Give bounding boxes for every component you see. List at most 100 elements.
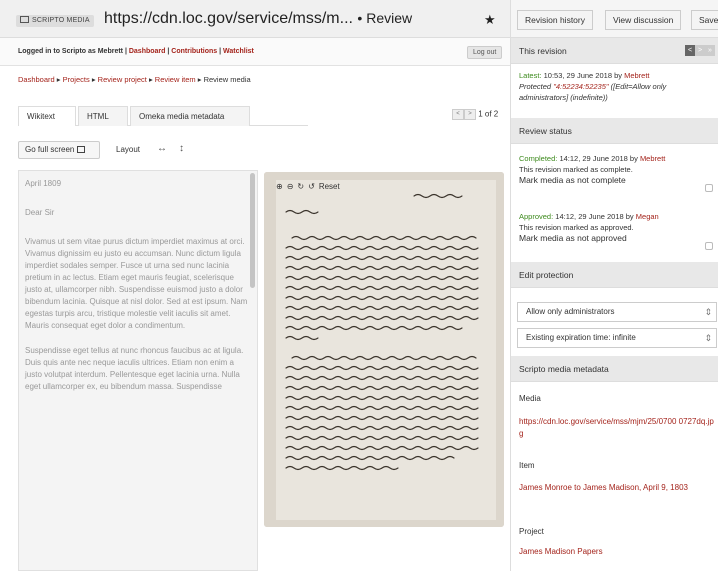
next-page-button[interactable]: > (464, 109, 476, 120)
approved-status: Approved: 14:12, 29 June 2018 by Megan T… (519, 211, 717, 244)
transcription-date: April 1809 (25, 179, 62, 188)
item-value[interactable]: James Monroe to James Madison, April 9, … (519, 483, 688, 492)
editor-scrollbar[interactable] (250, 173, 255, 288)
mark-not-complete-label: Mark media as not complete (519, 175, 626, 185)
mark-not-approved-checkbox[interactable] (705, 242, 713, 250)
reset-button[interactable]: Reset (319, 182, 340, 191)
project-label: Project (519, 527, 544, 536)
login-prefix: Logged in to Scripto as Mebrett | (18, 48, 129, 55)
next-revision-button[interactable]: > (695, 45, 705, 56)
rotate-ccw-icon[interactable]: ↺ (308, 182, 315, 191)
approved-note: This revision marked as approved. (519, 223, 634, 232)
breadcrumb-separator: ▸ (89, 75, 98, 84)
zoom-out-icon[interactable]: ⊖ (287, 182, 294, 191)
dashboard-link[interactable]: Dashboard (129, 48, 166, 55)
media-url[interactable]: https://cdn.loc.gov/service/mss/mjm/25/0… (519, 417, 714, 438)
breadcrumb-projects[interactable]: Projects (63, 75, 90, 84)
brand-label: SCRIPTO MEDIA (32, 17, 90, 24)
fullscreen-button[interactable]: Go full screen (18, 141, 100, 159)
expiration-select[interactable]: Existing expiration time: infinite ⇕ (517, 328, 717, 348)
page-title-suffix: • Review (357, 10, 413, 26)
metadata-heading: Scripto media metadata (511, 356, 718, 382)
media-label: Media (519, 394, 541, 403)
revision-info: Latest: 10:53, 29 June 2018 by Mebrett P… (519, 70, 717, 103)
save-button[interactable]: Save (691, 10, 718, 30)
latest-label: Latest: (519, 71, 542, 80)
vertical-layout-icon[interactable]: ↕ (179, 143, 184, 154)
latest-text: 10:53, 29 June 2018 by (541, 71, 625, 80)
handwriting-illustration (264, 172, 504, 527)
completed-label: Completed: (519, 154, 558, 163)
contributions-link[interactable]: Contributions (171, 48, 217, 55)
prev-page-button[interactable]: < (452, 109, 464, 120)
rotate-cw-icon[interactable]: ↻ (297, 182, 304, 191)
latest-user-link[interactable]: Mebrett (624, 71, 649, 80)
tab-html[interactable]: HTML (78, 106, 128, 126)
edit-protection-heading: Edit protection (511, 262, 718, 288)
page-title: https://cdn.loc.gov/service/mss/m... • R… (104, 10, 412, 28)
expiration-value: Existing expiration time: infinite (526, 333, 636, 342)
tab-wikitext[interactable]: Wikitext (18, 106, 76, 126)
breadcrumb-current: Review media (203, 75, 251, 84)
prev-revision-button[interactable]: < (685, 45, 695, 56)
transcription-greeting: Dear Sir (25, 208, 55, 217)
revision-history-button[interactable]: Revision history (517, 10, 593, 30)
media-icon (20, 16, 29, 23)
review-sidebar: Revision history View discussion Save Th… (510, 0, 718, 571)
wikitext-editor[interactable]: April 1809 Dear Sir Vivamus ut sem vitae… (18, 170, 258, 571)
review-status-heading: Review status (511, 118, 718, 144)
select-arrows-icon: ⇕ (704, 333, 712, 343)
title-bar: SCRIPTO MEDIA https://cdn.loc.gov/servic… (0, 0, 510, 38)
scripto-media-badge[interactable]: SCRIPTO MEDIA (16, 15, 94, 27)
select-arrows-icon: ⇕ (704, 307, 712, 317)
sidebar-toolbar: Revision history View discussion Save (511, 0, 718, 38)
transcription-paragraph: Suspendisse eget tellus at nunc rhoncus … (25, 346, 244, 391)
project-value[interactable]: James Madison Papers (519, 547, 603, 556)
login-status: Logged in to Scripto as Mebrett | Dashbo… (18, 48, 254, 55)
approved-text: 14:12, 29 June 2018 by (553, 212, 636, 221)
watchlist-link[interactable]: Watchlist (223, 48, 254, 55)
approved-label: Approved: (519, 212, 554, 221)
content-tabs: Wikitext HTML Omeka media metadata (18, 106, 308, 126)
tab-omeka-metadata[interactable]: Omeka media metadata (130, 106, 250, 126)
last-revision-button[interactable]: » (705, 45, 715, 56)
completed-user-link[interactable]: Mebrett (640, 154, 665, 163)
media-url-link[interactable]: https://cdn.loc.gov/service/mss/mjm/25/0… (519, 416, 717, 440)
breadcrumb-separator: ▸ (146, 75, 155, 84)
viewer-controls: ⊕ ⊖ ↻ ↺ Reset (276, 182, 344, 191)
transcription-paragraph: Vivamus ut sem vitae purus dictum imperd… (25, 237, 248, 330)
view-discussion-button[interactable]: View discussion (605, 10, 682, 30)
protected-label: Protected (519, 82, 554, 91)
approved-user-link[interactable]: Megan (636, 212, 659, 221)
page-url: https://cdn.loc.gov/service/mss/m... (104, 10, 353, 27)
completed-text: 14:12, 29 June 2018 by (557, 154, 640, 163)
zoom-in-icon[interactable]: ⊕ (276, 182, 283, 191)
breadcrumb-review-item[interactable]: Review item (155, 75, 196, 84)
item-label: Item (519, 461, 535, 470)
revision-nav: < >» (685, 45, 715, 56)
completed-status: Completed: 14:12, 29 June 2018 by Mebret… (519, 153, 717, 186)
media-viewer: ⊕ ⊖ ↻ ↺ Reset (262, 170, 510, 571)
login-bar: Logged in to Scripto as Mebrett | Dashbo… (0, 38, 510, 66)
fullscreen-icon (77, 146, 86, 153)
manuscript-image[interactable] (264, 172, 504, 527)
page-indicator: 1 of 2 (478, 109, 499, 119)
completed-note: This revision marked as complete. (519, 165, 633, 174)
logout-button[interactable]: Log out (467, 46, 503, 59)
main-pane: SCRIPTO MEDIA https://cdn.loc.gov/servic… (0, 0, 510, 571)
breadcrumb-separator: ▸ (195, 75, 204, 84)
fullscreen-label: Go full screen (25, 145, 75, 154)
pager: < > 1 of 2 (452, 109, 498, 120)
star-icon[interactable]: ★ (484, 12, 496, 28)
item-link[interactable]: James Monroe to James Madison, April 9, … (519, 482, 717, 494)
project-link[interactable]: James Madison Papers (519, 546, 717, 557)
protected-revision-link[interactable]: "4:52234:52235" (553, 82, 608, 91)
horizontal-layout-icon[interactable]: ↔ (157, 143, 167, 154)
breadcrumb-review-project[interactable]: Review project (98, 75, 147, 84)
layout-label: Layout (116, 145, 141, 154)
breadcrumb-dashboard[interactable]: Dashboard (18, 75, 55, 84)
mark-not-approved-label: Mark media as not approved (519, 233, 627, 243)
protection-level-value: Allow only administrators (526, 307, 615, 316)
mark-not-complete-checkbox[interactable] (705, 184, 713, 192)
protection-level-select[interactable]: Allow only administrators ⇕ (517, 302, 717, 322)
